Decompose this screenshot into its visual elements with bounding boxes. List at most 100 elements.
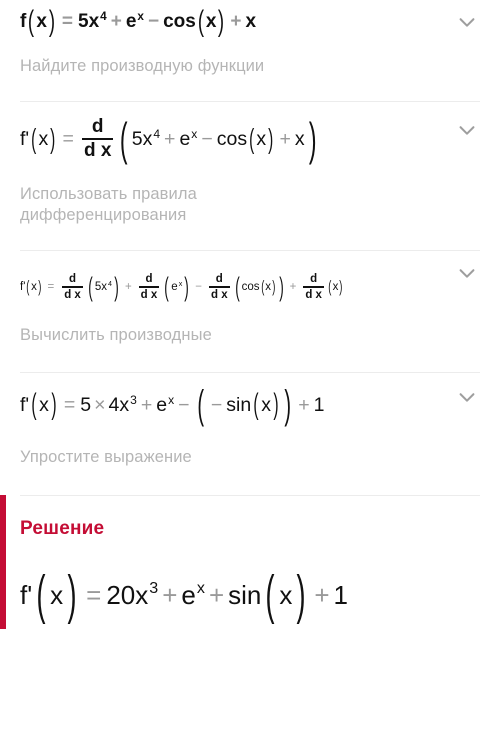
frac-denominator-dx: d x — [83, 140, 112, 162]
chevron-down-icon[interactable] — [456, 262, 478, 284]
paren-close: ) — [218, 5, 225, 38]
problem-row: f(x) = 5 x 4 + e x − cos(x) + x — [0, 0, 500, 44]
var-x: x — [205, 11, 217, 32]
equals: = — [47, 281, 55, 293]
var-x: x — [256, 127, 267, 150]
step-label-3: Вычислить производные — [20, 326, 212, 344]
coef-4: 4 — [108, 393, 120, 416]
plus: + — [164, 127, 176, 150]
frac-denominator-dx: d x — [210, 289, 228, 302]
e-base: e — [181, 579, 196, 610]
var-x: x — [279, 579, 293, 610]
fn-f-prime: f' — [20, 127, 30, 150]
paren-open: ( — [164, 271, 170, 302]
frac-numerator-d: d — [145, 272, 153, 285]
minus: − — [201, 127, 213, 150]
paren-close: ) — [284, 382, 291, 427]
paren-close: ) — [184, 271, 190, 302]
chevron-down-icon[interactable] — [456, 386, 478, 408]
coef-5: 5 — [78, 11, 89, 32]
cos: cos — [163, 11, 196, 32]
var-x: x — [332, 281, 339, 293]
var-x: x — [294, 127, 305, 150]
step-2-formula: f'(x) = d d x(5 x 4) + d d x(e x) − d d x(cos(x)) + d d… — [20, 271, 343, 302]
var-x: x — [88, 11, 100, 32]
frac-bar — [138, 286, 160, 288]
paren-close: ) — [50, 123, 56, 154]
paren-open: ( — [260, 277, 264, 296]
constant-1: 1 — [313, 393, 325, 416]
frac-bar — [62, 286, 83, 288]
paren-close: ) — [114, 271, 119, 302]
step-label-1: Найдите производную функции — [20, 57, 265, 75]
paren-close: ) — [273, 388, 279, 421]
step-3-row: f'(x) = 5 × 4 x 3 + e x −(− sin(x)) +1 — [0, 373, 500, 437]
frac-numerator-d: d — [215, 272, 223, 285]
plus: + — [279, 127, 291, 150]
fn-f: f — [20, 11, 27, 32]
cos: cos — [241, 281, 260, 293]
coef-5: 5 — [80, 393, 92, 416]
step-1-formula: f'(x) = d d x(5 x 4 + e x − cos(x) + x) — [20, 113, 317, 165]
step-2-row: f'(x) = d d x(5 x 4) + d d x(e x) − d d x(cos(x)) + d d… — [0, 251, 500, 323]
e-base: e — [125, 11, 137, 32]
paren-open: ( — [28, 5, 35, 38]
var-x: x — [101, 281, 107, 293]
frac-denominator-dx: d x — [140, 289, 158, 302]
sin: sin — [226, 393, 252, 416]
equals: = — [63, 393, 76, 416]
solution-title: Решение — [20, 518, 105, 539]
var-x: x — [135, 579, 149, 610]
coef-20: 20 — [106, 579, 136, 610]
problem-formula: f(x) = 5 x 4 + e x − cos(x) + x — [20, 5, 257, 38]
fn-f-prime: f' — [20, 281, 26, 293]
minus: − — [147, 11, 160, 32]
solution-block: Решение f'(x) = 20 x 3 + e x + sin(x) +1 — [0, 495, 500, 629]
frac-denominator-dx: d x — [305, 289, 322, 302]
paren-close: ) — [339, 277, 343, 296]
paren-close: ) — [296, 565, 306, 625]
frac-numerator-d: d — [69, 272, 77, 285]
e-base: e — [171, 281, 178, 293]
var-x: x — [265, 281, 271, 293]
plus: + — [162, 579, 178, 610]
frac-bar — [303, 286, 324, 288]
frac-numerator-d: d — [91, 115, 104, 137]
chevron-down-icon[interactable] — [456, 119, 478, 141]
step-3-formula: f'(x) = 5 × 4 x 3 + e x −(− sin(x)) +1 — [20, 382, 325, 427]
paren-open: ( — [197, 5, 204, 38]
times: × — [94, 393, 106, 416]
solution-formula: f'(x) = 20 x 3 + e x + sin(x) +1 — [20, 565, 349, 625]
var-x: x — [50, 579, 64, 610]
paren-open: ( — [196, 382, 204, 427]
derivative-operator: d d x — [303, 273, 324, 302]
plus: + — [230, 11, 242, 32]
fn-f-prime: f' — [20, 393, 30, 416]
sin: sin — [228, 579, 262, 610]
unary-minus: − — [210, 393, 223, 416]
paren-close: ) — [308, 113, 317, 165]
cos: cos — [216, 127, 248, 150]
plus: + — [298, 393, 310, 416]
derivative-operator: d d x — [81, 115, 114, 162]
plus: + — [124, 281, 132, 293]
paren-open: ( — [328, 277, 332, 296]
solution-page: f(x) = 5 x 4 + e x − cos(x) + x Найдите производную… — [0, 0, 500, 750]
frac-numerator-d: d — [310, 272, 318, 285]
paren-close: ) — [51, 388, 57, 421]
step-1-row: f'(x) = d d x(5 x 4 + e x − cos(x) + x) — [0, 102, 500, 176]
paren-open: ( — [26, 277, 30, 296]
paren-close: ) — [268, 123, 274, 154]
minus: − — [195, 281, 202, 293]
step-label-2: Использовать правила дифференцирования — [20, 185, 197, 224]
paren-open: ( — [234, 271, 240, 302]
derivative-operator: d d x — [138, 272, 160, 302]
plus: + — [289, 281, 297, 293]
paren-close: ) — [38, 277, 42, 296]
fn-f-prime: f' — [20, 579, 33, 610]
constant-1: 1 — [333, 579, 349, 610]
equals: = — [62, 127, 74, 150]
paren-open: ( — [265, 565, 275, 625]
chevron-down-icon[interactable] — [456, 11, 478, 33]
paren-close: ) — [48, 5, 56, 38]
